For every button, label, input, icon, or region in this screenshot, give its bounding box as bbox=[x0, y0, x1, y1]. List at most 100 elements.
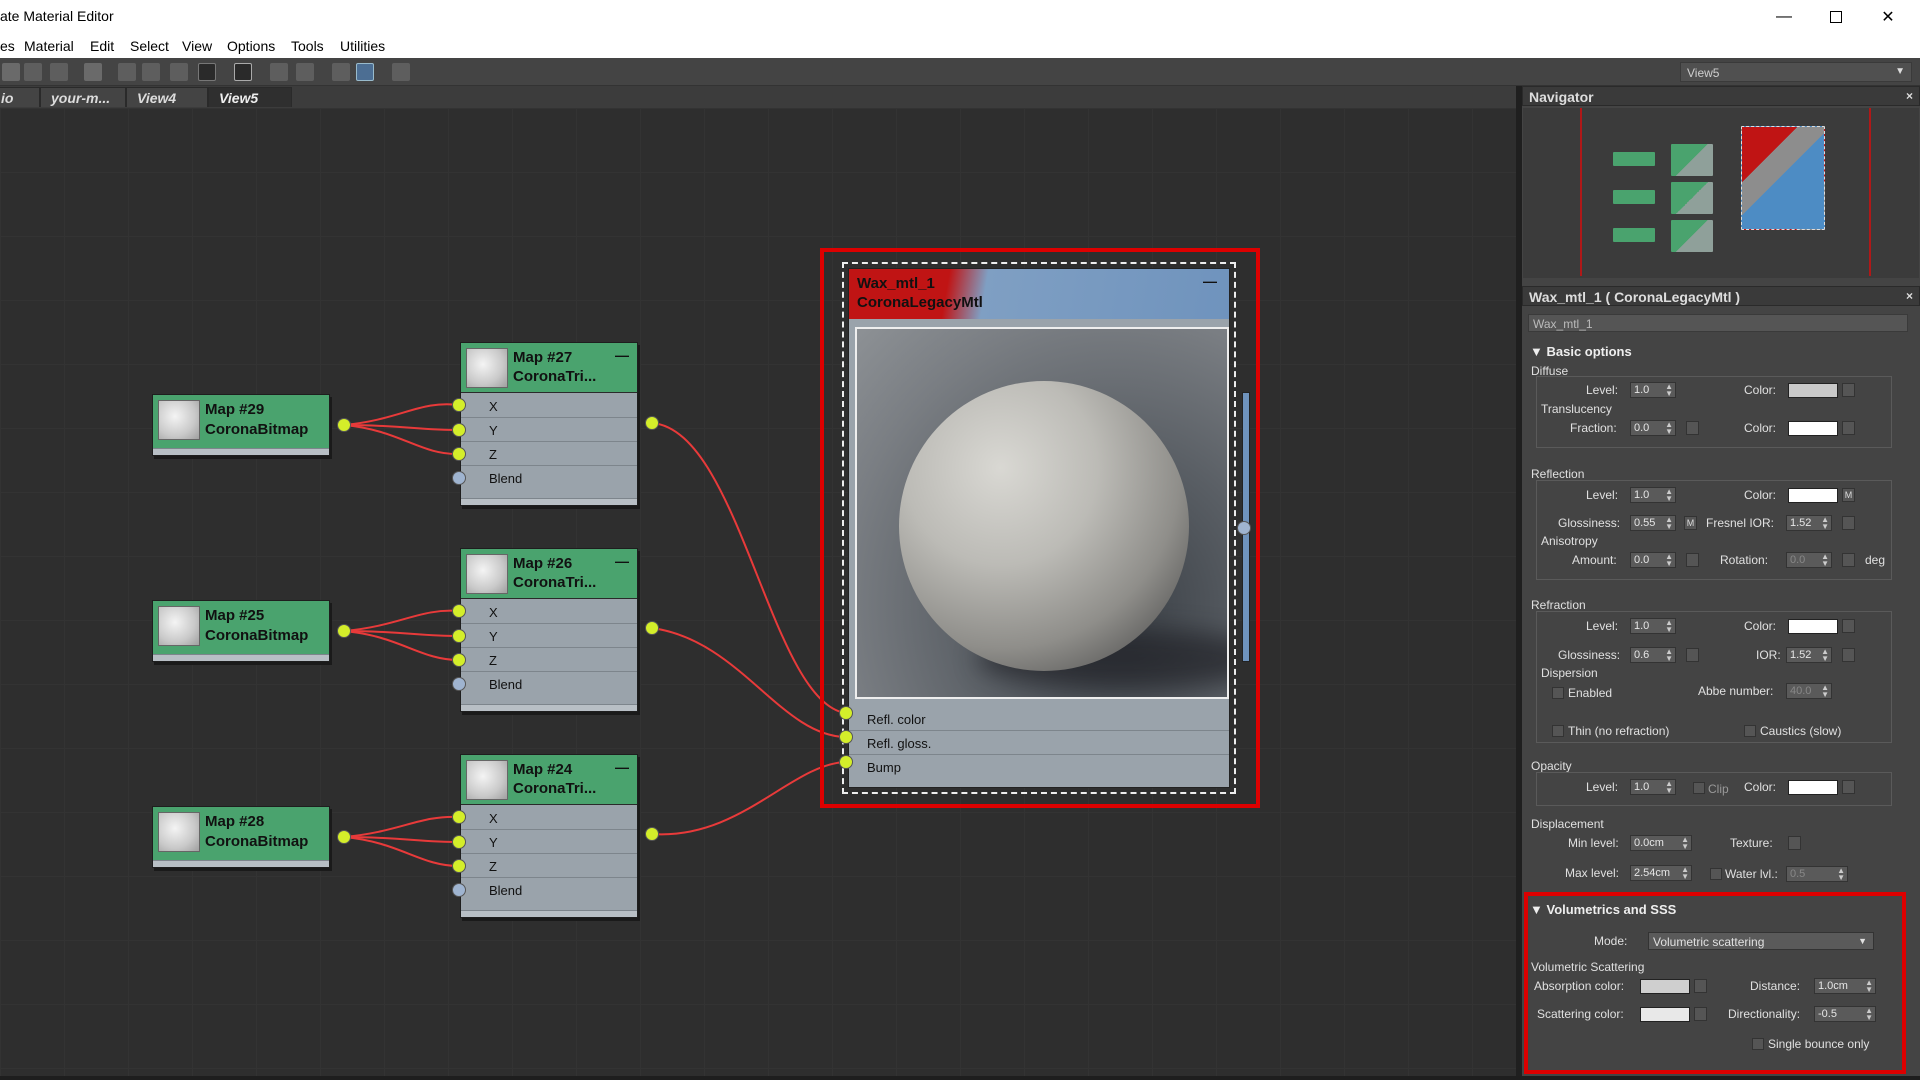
slot-blend[interactable]: Blend bbox=[461, 672, 637, 696]
rotation-map-button[interactable] bbox=[1842, 553, 1855, 567]
refr-color-map-button[interactable] bbox=[1842, 619, 1855, 633]
input-socket[interactable] bbox=[452, 835, 466, 849]
input-socket[interactable] bbox=[452, 447, 466, 461]
refr-gloss-map-button[interactable] bbox=[1686, 648, 1699, 662]
max-level-spinner[interactable]: 2.54cm ▲ ▼ bbox=[1630, 865, 1692, 881]
refl-gloss-map-button[interactable]: M bbox=[1684, 516, 1697, 530]
input-socket[interactable] bbox=[452, 653, 466, 667]
refr-color-swatch[interactable] bbox=[1788, 619, 1838, 634]
menu-item-select[interactable]: Select bbox=[130, 38, 169, 54]
menu-item-utilities[interactable]: Utilities bbox=[340, 38, 385, 54]
material-name-field[interactable]: Wax_mtl_1 bbox=[1528, 314, 1908, 332]
material-parameter-editor-icon[interactable] bbox=[332, 63, 350, 81]
menu-item-edit[interactable]: Edit bbox=[90, 38, 114, 54]
slot-y[interactable]: Y bbox=[461, 830, 637, 854]
scattering-color-swatch[interactable] bbox=[1640, 1007, 1690, 1022]
output-socket[interactable] bbox=[645, 827, 659, 841]
node-map-25[interactable]: Map #25 CoronaBitmap bbox=[152, 600, 330, 662]
slot-z[interactable]: Z bbox=[461, 854, 637, 878]
navigator-icon[interactable] bbox=[356, 63, 374, 81]
collapse-button[interactable]: — bbox=[1203, 273, 1217, 289]
rollout-basic-options[interactable]: ▼ Basic options bbox=[1530, 344, 1632, 359]
output-socket[interactable] bbox=[1237, 521, 1251, 535]
node-map-29[interactable]: Map #29 CoronaBitmap bbox=[152, 394, 330, 456]
tab-view4[interactable]: View4 bbox=[126, 87, 208, 107]
put-to-scene-icon[interactable] bbox=[50, 63, 68, 81]
translucency-map-button[interactable] bbox=[1842, 421, 1855, 435]
slot-x[interactable]: X bbox=[461, 806, 637, 830]
fresnel-ior-spinner[interactable]: 1.52 ▲ ▼ bbox=[1786, 515, 1832, 531]
slot-y[interactable]: Y bbox=[461, 624, 637, 648]
maximize-button[interactable] bbox=[1814, 4, 1858, 30]
refr-level-spinner[interactable]: 1.0 ▲ ▼ bbox=[1630, 618, 1676, 634]
input-socket[interactable] bbox=[452, 810, 466, 824]
menu-item-view[interactable]: View bbox=[182, 38, 212, 54]
ior-map-button[interactable] bbox=[1842, 648, 1855, 662]
fraction-map-button[interactable] bbox=[1686, 421, 1699, 435]
ior-spinner[interactable]: 1.52 ▲ ▼ bbox=[1786, 647, 1832, 663]
layout-all-icon[interactable] bbox=[270, 63, 288, 81]
anisotropy-amount-spinner[interactable]: 0.0 ▲ ▼ bbox=[1630, 552, 1676, 568]
opacity-color-swatch[interactable] bbox=[1788, 780, 1838, 795]
input-socket[interactable] bbox=[452, 423, 466, 437]
background-icon[interactable] bbox=[198, 63, 216, 81]
minimize-button[interactable]: — bbox=[1762, 4, 1806, 30]
slot-blend[interactable]: Blend bbox=[461, 878, 637, 902]
close-icon[interactable]: × bbox=[1906, 289, 1913, 303]
rollout-volumetrics-sss[interactable]: ▼ Volumetrics and SSS bbox=[1530, 902, 1676, 917]
caustics-checkbox[interactable] bbox=[1744, 725, 1756, 737]
close-button[interactable]: ✕ bbox=[1866, 4, 1910, 30]
node-wax-mtl-1[interactable]: Wax_mtl_1 CoronaLegacyMtl — Refl. color … bbox=[842, 262, 1250, 794]
slot-refl-gloss[interactable]: Refl. gloss. bbox=[849, 731, 1229, 755]
input-socket[interactable] bbox=[452, 677, 466, 691]
diffuse-map-button[interactable] bbox=[1842, 383, 1855, 397]
scattering-map-button[interactable] bbox=[1694, 1007, 1707, 1021]
input-socket[interactable] bbox=[839, 755, 853, 769]
input-socket[interactable] bbox=[839, 730, 853, 744]
delete-icon[interactable] bbox=[84, 63, 102, 81]
collapse-button[interactable]: — bbox=[615, 347, 629, 363]
diffuse-color-swatch[interactable] bbox=[1788, 383, 1838, 398]
show-map-icon[interactable] bbox=[234, 63, 252, 81]
node-map-26[interactable]: Map #26 CoronaTri... — X Y Z Blend bbox=[460, 548, 638, 712]
output-socket[interactable] bbox=[337, 830, 351, 844]
output-socket[interactable] bbox=[645, 621, 659, 635]
min-level-spinner[interactable]: 0.0cm ▲ ▼ bbox=[1630, 835, 1692, 851]
abbe-number-spinner[interactable]: 40.0 ▲ ▼ bbox=[1786, 683, 1832, 699]
pick-material-icon[interactable] bbox=[2, 63, 20, 81]
refl-glossiness-spinner[interactable]: 0.55 ▲ ▼ bbox=[1630, 515, 1676, 531]
node-map-27[interactable]: Map #27 CoronaTri... — X Y Z Blend bbox=[460, 342, 638, 506]
slot-z[interactable]: Z bbox=[461, 442, 637, 466]
output-socket[interactable] bbox=[337, 418, 351, 432]
output-socket[interactable] bbox=[645, 416, 659, 430]
refl-color-swatch[interactable] bbox=[1788, 488, 1838, 503]
water-level-spinner[interactable]: 0.5 ▲ ▼ bbox=[1786, 866, 1848, 882]
tab-your-m[interactable]: your-m... bbox=[40, 87, 126, 107]
tab-io[interactable]: io bbox=[0, 87, 40, 107]
node-map-24[interactable]: Map #24 CoronaTri... — X Y Z Blend bbox=[460, 754, 638, 918]
menu-item-modes[interactable]: es bbox=[0, 38, 15, 54]
slot-bump[interactable]: Bump bbox=[849, 755, 1229, 779]
slot-y[interactable]: Y bbox=[461, 418, 637, 442]
input-socket[interactable] bbox=[839, 706, 853, 720]
slot-blend[interactable]: Blend bbox=[461, 466, 637, 490]
dispersion-enabled-checkbox[interactable] bbox=[1552, 687, 1564, 699]
show-shaded-icon[interactable] bbox=[170, 63, 188, 81]
input-socket[interactable] bbox=[452, 471, 466, 485]
tab-view5[interactable]: View5 bbox=[208, 87, 292, 107]
thin-checkbox[interactable] bbox=[1552, 725, 1564, 737]
diffuse-level-spinner[interactable]: 1.0 ▲ ▼ bbox=[1630, 382, 1676, 398]
rotation-spinner[interactable]: 0.0 ▲ ▼ bbox=[1786, 552, 1832, 568]
anisotropy-map-button[interactable] bbox=[1686, 553, 1699, 567]
slot-x[interactable]: X bbox=[461, 600, 637, 624]
close-icon[interactable]: × bbox=[1906, 89, 1913, 103]
water-level-checkbox[interactable] bbox=[1710, 868, 1722, 880]
fraction-spinner[interactable]: 0.0 ▲ ▼ bbox=[1630, 420, 1676, 436]
material-preview[interactable] bbox=[855, 327, 1229, 699]
menu-item-material[interactable]: Material bbox=[24, 38, 74, 54]
navigator-view[interactable] bbox=[1523, 108, 1919, 278]
opacity-map-button[interactable] bbox=[1842, 780, 1855, 794]
node-map-28[interactable]: Map #28 CoronaBitmap bbox=[152, 806, 330, 868]
input-socket[interactable] bbox=[452, 883, 466, 897]
translucency-color-swatch[interactable] bbox=[1788, 421, 1838, 436]
